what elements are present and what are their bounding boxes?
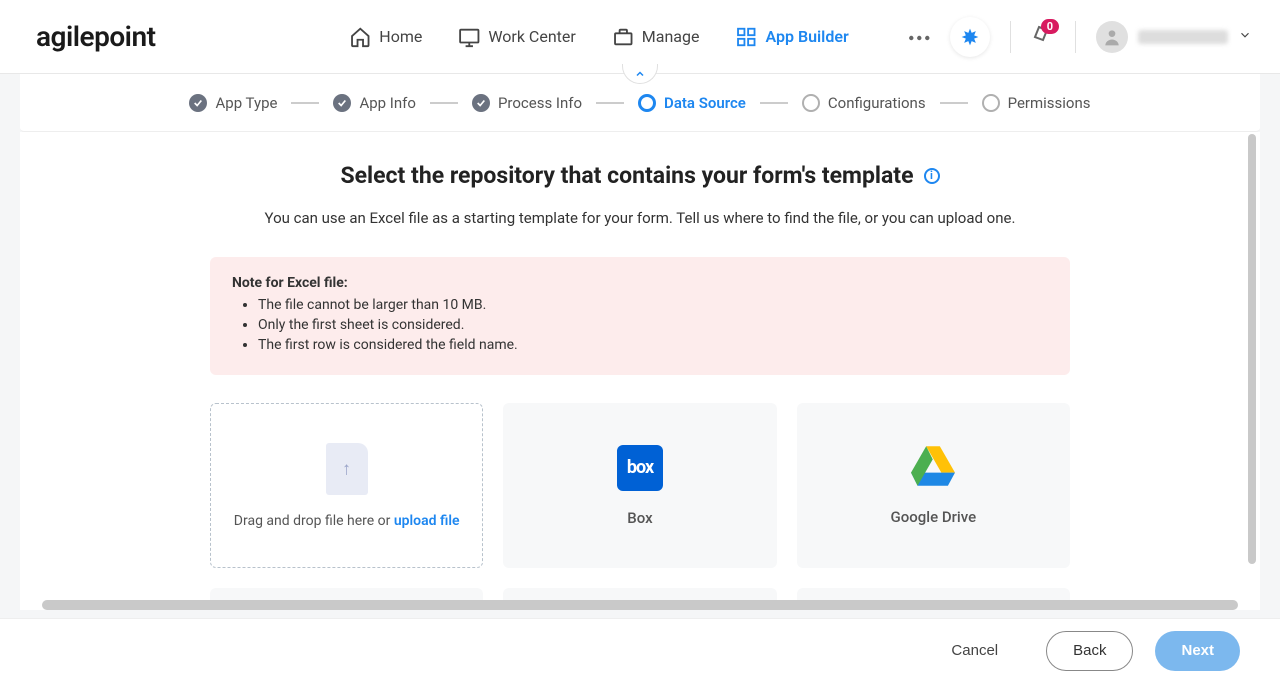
repo-label: Box [627, 509, 652, 527]
note-heading: Note for Excel file: [232, 275, 1048, 291]
briefcase-icon [612, 26, 634, 48]
check-icon [333, 94, 351, 112]
step-app-type[interactable]: App Type [189, 94, 277, 112]
repo-label: Google Drive [891, 508, 977, 526]
user-name [1138, 30, 1228, 44]
content-pane: Select the repository that contains your… [20, 132, 1260, 610]
next-button[interactable]: Next [1155, 631, 1240, 671]
nav-label: App Builder [765, 27, 848, 46]
divider [1010, 21, 1011, 53]
note-item: The file cannot be larger than 10 MB. [258, 297, 1048, 313]
divider [1075, 21, 1076, 53]
notifications-button[interactable]: 0 [1031, 23, 1055, 51]
note-item: The first row is considered the field na… [258, 337, 1048, 353]
wizard-footer: Cancel Back Next [0, 618, 1280, 682]
page-subtitle: You can use an Excel file as a starting … [210, 209, 1070, 227]
vertical-scrollbar[interactable] [1248, 134, 1256, 564]
step-permissions[interactable]: Permissions [982, 94, 1091, 112]
cancel-button[interactable]: Cancel [925, 631, 1024, 671]
nav-label: Home [379, 27, 422, 46]
check-icon [472, 94, 490, 112]
step-connector [760, 102, 788, 104]
pending-step-icon [802, 94, 820, 112]
upload-prefix: Drag and drop file here or [234, 513, 394, 529]
pending-step-icon [982, 94, 1000, 112]
upload-link[interactable]: upload file [394, 513, 460, 529]
top-bar: agilepoint Home Work Center Manage App B… [0, 0, 1280, 74]
nav-label: Manage [642, 27, 700, 46]
step-label: Permissions [1008, 94, 1091, 112]
step-label: App Info [359, 94, 415, 112]
repo-card-google-drive[interactable]: Google Drive [797, 403, 1070, 568]
topbar-right: 0 [950, 17, 1252, 57]
step-label: Configurations [828, 94, 926, 112]
notifications-badge: 0 [1041, 19, 1059, 34]
brand-logo: agilepoint [36, 20, 156, 53]
nav-label: Work Center [488, 27, 575, 46]
step-configurations[interactable]: Configurations [802, 94, 926, 112]
chevron-down-icon [1238, 27, 1252, 46]
nav-more[interactable] [909, 26, 931, 48]
upload-text: Drag and drop file here or upload file [234, 513, 460, 529]
main-nav: Home Work Center Manage App Builder [349, 26, 930, 48]
brand-text: agilepoint [36, 20, 156, 53]
step-connector [291, 102, 319, 104]
step-label: Process Info [498, 94, 582, 112]
nav-app-builder[interactable]: App Builder [735, 26, 848, 48]
step-connector [596, 102, 624, 104]
repo-card-box[interactable]: box Box [503, 403, 776, 568]
step-process-info[interactable]: Process Info [472, 94, 582, 112]
check-icon [189, 94, 207, 112]
excel-note-box: Note for Excel file: The file cannot be … [210, 257, 1070, 375]
horizontal-scrollbar[interactable] [42, 600, 1238, 610]
step-label: App Type [215, 94, 277, 112]
step-connector [430, 102, 458, 104]
avatar-icon [1096, 21, 1128, 53]
step-data-source[interactable]: Data Source [638, 94, 746, 112]
page-title-text: Select the repository that contains your… [340, 162, 913, 189]
upload-file-icon [326, 443, 368, 495]
nav-work-center[interactable]: Work Center [458, 26, 575, 48]
step-label: Data Source [664, 94, 746, 112]
step-connector [940, 102, 968, 104]
user-menu[interactable] [1096, 21, 1252, 53]
back-button[interactable]: Back [1046, 631, 1133, 671]
info-icon[interactable]: i [924, 168, 940, 184]
upload-card[interactable]: Drag and drop file here or upload file [210, 403, 483, 568]
home-icon [349, 26, 371, 48]
monitor-icon [458, 26, 480, 48]
step-app-info[interactable]: App Info [333, 94, 415, 112]
launcher-button[interactable] [950, 17, 990, 57]
current-step-icon [638, 94, 656, 112]
nav-home[interactable]: Home [349, 26, 422, 48]
page-title: Select the repository that contains your… [210, 162, 1070, 189]
box-logo-icon: box [617, 445, 663, 491]
repo-cards: Drag and drop file here or upload file b… [210, 403, 1070, 568]
grid-icon [735, 26, 757, 48]
nav-manage[interactable]: Manage [612, 26, 700, 48]
note-item: Only the first sheet is considered. [258, 317, 1048, 333]
google-drive-logo-icon [911, 446, 955, 490]
